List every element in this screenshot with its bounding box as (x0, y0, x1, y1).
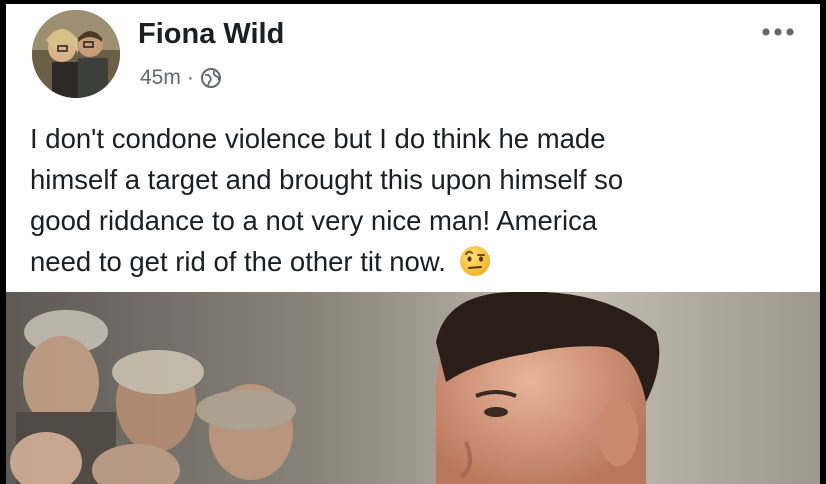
author-avatar[interactable] (32, 10, 120, 98)
post-photo-image (6, 292, 820, 484)
post-timestamp[interactable]: 45m (140, 66, 181, 90)
screenshot-frame: Fiona Wild 45m · I don't condone violenc… (0, 0, 826, 484)
post-photo[interactable] (6, 292, 820, 484)
post-text-line: I don't condone violence but I do think … (30, 123, 606, 154)
post-text-line: himself a target and brought this upon h… (30, 164, 624, 195)
meta-separator: · (186, 66, 194, 89)
raised-eyebrow-emoji-icon (458, 244, 492, 278)
author-name[interactable]: Fiona Wild (138, 18, 284, 51)
post-text-line-last: need to get rid of the other tit now. (30, 241, 810, 282)
more-options-icon[interactable] (758, 20, 798, 44)
post-text-line: need to get rid of the other tit now. (30, 246, 446, 277)
avatar-photo (32, 10, 120, 98)
post-card: Fiona Wild 45m · I don't condone violenc… (6, 4, 820, 484)
post-text-line: good riddance to a not very nice man! Am… (30, 205, 598, 236)
globe-icon[interactable] (200, 67, 222, 89)
post-text: I don't condone violence but I do think … (30, 118, 810, 282)
post-meta: 45m · (140, 66, 222, 90)
